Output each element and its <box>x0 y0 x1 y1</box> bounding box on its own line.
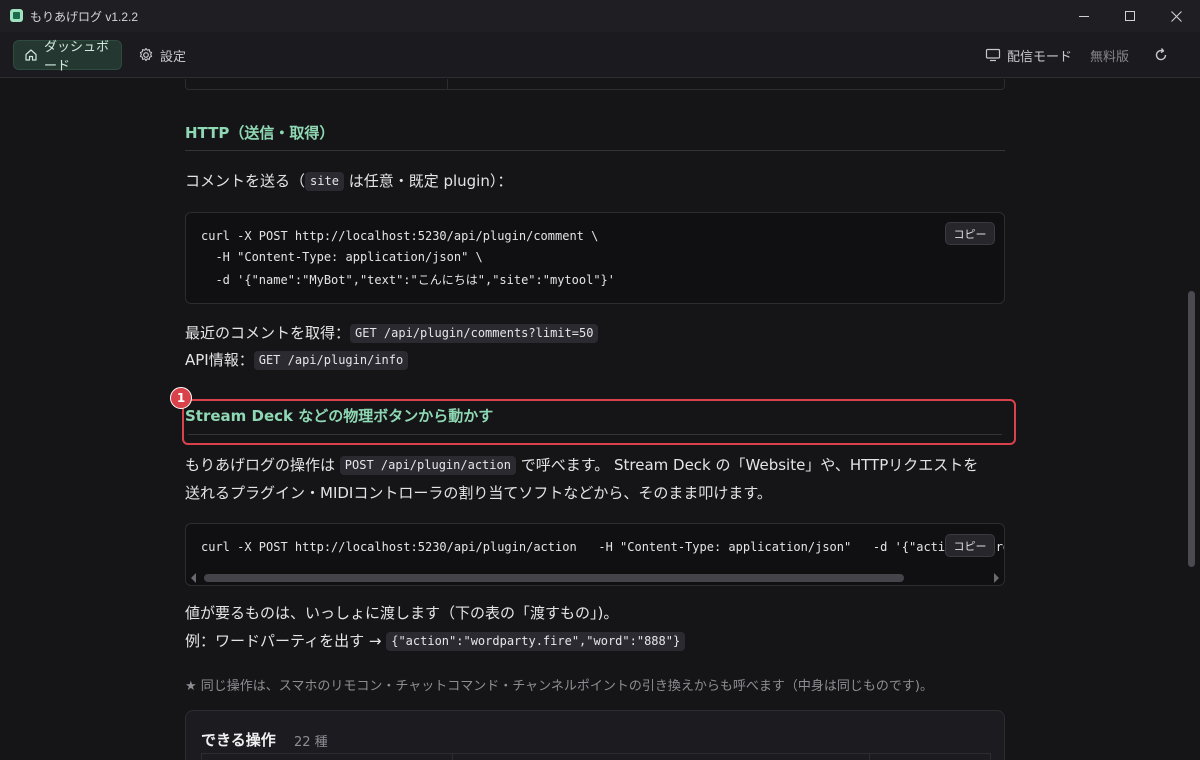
refresh-button[interactable] <box>1144 40 1178 70</box>
minimize-icon <box>1079 15 1089 17</box>
code-line: curl -X POST http://localhost:5230/api/p… <box>201 540 1004 554</box>
scroll-right-arrow-icon[interactable] <box>994 573 999 583</box>
api-info-text: API情報： GET /api/plugin/info <box>185 347 409 374</box>
nav-dashboard-label: ダッシュボード <box>44 40 110 74</box>
app-icon <box>10 9 23 22</box>
recent-comments-code: GET /api/plugin/comments?limit=50 <box>350 324 599 343</box>
monitor-icon <box>985 48 1001 62</box>
home-icon <box>24 48 38 62</box>
maximize-button[interactable] <box>1107 0 1153 32</box>
send-comment-text: コメントを送る（ site は任意・既定 plugin）： <box>185 172 513 191</box>
streamdeck-para-2: 送れるプラグイン・MIDIコントローラの割り当てソフトなどから、そのまま叩けます… <box>185 484 772 502</box>
actions-table <box>201 753 991 760</box>
actions-panel-title: できる操作 <box>201 731 276 749</box>
http-heading-rule <box>185 150 1005 151</box>
nav-settings-button[interactable]: 設定 <box>128 40 196 70</box>
live-mode-label: 配信モード <box>1007 49 1073 65</box>
copy-button[interactable]: コピー <box>945 534 995 557</box>
action-code-block[interactable]: curl -X POST http://localhost:5230/api/p… <box>185 523 1005 586</box>
horizontal-scrollbar-thumb[interactable] <box>204 574 904 582</box>
copy-button[interactable]: コピー <box>945 222 995 245</box>
http-heading: HTTP（送信・取得） <box>185 124 335 142</box>
actions-count: 22 種 <box>294 735 328 750</box>
same-actions-note: ★ 同じ操作は、スマホのリモコン・チャットコマンド・チャンネルポイントの引き換え… <box>185 679 933 694</box>
wordparty-example-text: 例：ワードパーティを出す → {"action":"wordparty.fire… <box>185 628 686 655</box>
nav-dashboard-button[interactable]: ダッシュボード <box>13 40 122 74</box>
site-code: site <box>305 172 344 191</box>
streamdeck-para-3: 値が要るものは、いっしょに渡します（下の表の「渡すもの」)。 <box>185 604 619 622</box>
code-line: curl -X POST http://localhost:5230/api/p… <box>201 229 599 243</box>
previous-table-bottom <box>185 79 1005 90</box>
close-button[interactable] <box>1153 0 1199 32</box>
nav-settings-label: 設定 <box>160 49 187 65</box>
action-endpoint-code: POST /api/plugin/action <box>339 456 516 475</box>
app-toolbar: ダッシュボード 設定 配信モード 無料版 <box>0 32 1200 78</box>
title-bar: もりあげログ v1.2.2 <box>0 0 1200 32</box>
main-content[interactable]: HTTP（送信・取得） コメントを送る（ site は任意・既定 plugin）：… <box>0 79 1200 760</box>
code-line: -H "Content-Type: application/json" \ <box>201 250 483 264</box>
recent-comments-text: 最近のコメントを取得： GET /api/plugin/comments?limi… <box>185 320 599 347</box>
refresh-icon <box>1153 47 1169 63</box>
live-mode-button[interactable]: 配信モード <box>975 40 1082 70</box>
annotation-highlight-box <box>182 399 1016 445</box>
vertical-scrollbar-thumb[interactable] <box>1188 291 1195 567</box>
free-edition-label[interactable]: 無料版 <box>1080 40 1139 70</box>
api-info-code: GET /api/plugin/info <box>253 351 409 370</box>
wordparty-example-code: {"action":"wordparty.fire","word":"888"} <box>386 632 686 651</box>
window-title: もりあげログ v1.2.2 <box>30 10 139 24</box>
gear-icon <box>138 47 154 63</box>
maximize-icon <box>1125 11 1135 21</box>
comment-code-block: curl -X POST http://localhost:5230/api/p… <box>185 212 1005 304</box>
minimize-button[interactable] <box>1061 0 1107 32</box>
streamdeck-para-1: もりあげログの操作は POST /api/plugin/action で呼べます… <box>185 456 979 475</box>
actions-panel: できる操作 22 種 <box>185 710 1005 760</box>
code-line: -d '{"name":"MyBot","text":"こんにちは","site… <box>201 273 616 287</box>
scroll-left-arrow-icon[interactable] <box>191 573 196 583</box>
annotation-badge: 1 <box>170 387 192 409</box>
close-icon <box>1170 10 1182 22</box>
